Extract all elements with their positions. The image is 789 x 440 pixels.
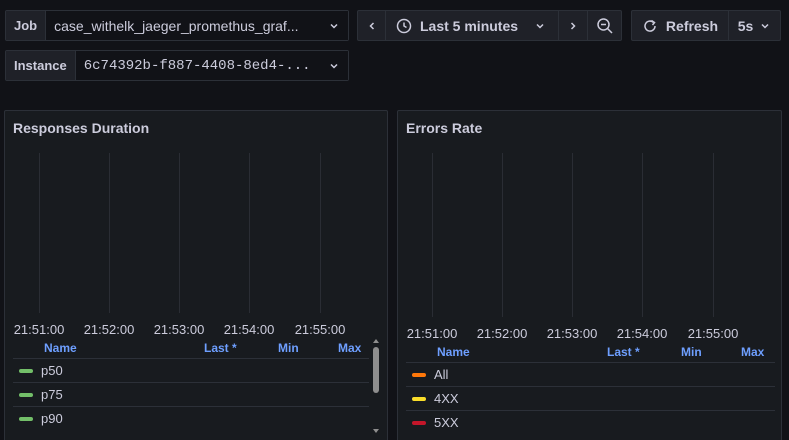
legend-header-last[interactable]: Last * (607, 345, 640, 359)
refresh-button[interactable]: Refresh (631, 10, 729, 41)
grid-line (713, 153, 714, 317)
legend-header-max[interactable]: Max (741, 345, 764, 359)
job-variable: Job case_withelk_jaeger_promethus_graf..… (5, 10, 349, 41)
responses-duration-panel: Responses Duration 21:51:00 21:52:00 21:… (4, 110, 388, 440)
series-name: All (434, 367, 449, 382)
legend-header-max[interactable]: Max (338, 341, 361, 355)
grid-line (320, 153, 321, 313)
time-range-label: Last 5 minutes (420, 17, 519, 34)
grid-line (39, 153, 40, 313)
x-tick-label: 21:53:00 (546, 326, 598, 341)
x-tick-label: 21:55:00 (687, 326, 739, 341)
grid-line (502, 153, 503, 317)
series-color-swatch (412, 420, 426, 425)
series-color-swatch (412, 396, 426, 401)
refresh-label: Refresh (665, 17, 719, 34)
x-tick-label: 21:54:00 (616, 326, 668, 341)
legend-row[interactable]: 5XX (406, 410, 775, 434)
x-tick-label: 21:55:00 (294, 322, 346, 337)
zoom-out-button[interactable] (587, 10, 622, 41)
refresh-interval-picker[interactable]: 5s (728, 10, 781, 41)
zoom-out-icon (596, 17, 613, 34)
series-name: 5XX (434, 415, 459, 430)
x-tick-label: 21:54:00 (223, 322, 275, 337)
time-range-picker[interactable]: Last 5 minutes (385, 10, 559, 41)
legend-header-name[interactable]: Name (44, 341, 77, 355)
legend-header-min[interactable]: Min (278, 341, 299, 355)
x-tick-label: 21:52:00 (83, 322, 135, 337)
instance-variable-value: 6c74392b-f887-4408-8ed4-... (83, 57, 311, 74)
chevron-down-icon (330, 63, 338, 69)
x-tick-label: 21:51:00 (13, 322, 65, 337)
grid-line (109, 153, 110, 313)
instance-variable-label: Instance (6, 51, 76, 80)
chevron-right-icon (570, 21, 576, 30)
job-variable-value: case_withelk_jaeger_promethus_graf... (54, 17, 299, 34)
scrollbar-thumb[interactable] (373, 347, 379, 393)
legend-row[interactable]: p75 (13, 382, 369, 406)
x-tick-label: 21:52:00 (476, 326, 528, 341)
errors-rate-panel: Errors Rate 21:51:00 21:52:00 21:53:00 2… (397, 110, 782, 440)
job-variable-label: Job (6, 11, 47, 40)
chevron-down-icon (536, 23, 544, 29)
grid-line (642, 153, 643, 317)
series-name: 4XX (434, 391, 459, 406)
legend-scrollbar[interactable] (371, 339, 381, 437)
legend-header-last[interactable]: Last * (204, 341, 237, 355)
instance-variable-select[interactable]: 6c74392b-f887-4408-8ed4-... (75, 51, 348, 80)
clock-icon (396, 18, 412, 33)
scroll-down-arrow[interactable] (373, 429, 379, 433)
time-range-back-button[interactable] (357, 10, 386, 41)
chevron-left-icon (368, 21, 374, 30)
chevron-down-icon (330, 23, 338, 29)
series-name: p90 (41, 411, 63, 426)
series-name: p50 (41, 363, 63, 378)
grid-line (432, 153, 433, 317)
scroll-up-arrow[interactable] (373, 339, 379, 343)
chevron-down-icon (761, 23, 769, 29)
panel-title: Responses Duration (13, 120, 150, 136)
legend-row[interactable]: p50 (13, 358, 369, 382)
legend-row[interactable]: 4XX (406, 386, 775, 410)
legend-header-min[interactable]: Min (681, 345, 702, 359)
x-tick-label: 21:51:00 (406, 326, 458, 341)
grid-line (179, 153, 180, 313)
grid-line (249, 153, 250, 313)
legend-header-name[interactable]: Name (437, 345, 470, 359)
job-variable-select[interactable]: case_withelk_jaeger_promethus_graf... (46, 11, 348, 40)
legend-row[interactable]: All (406, 362, 775, 386)
series-color-swatch (19, 368, 33, 373)
grid-line (572, 153, 573, 317)
legend-row[interactable]: p90 (13, 406, 369, 430)
instance-variable: Instance 6c74392b-f887-4408-8ed4-... (5, 50, 349, 81)
series-color-swatch (19, 392, 33, 397)
series-color-swatch (412, 372, 426, 377)
series-name: p75 (41, 387, 63, 402)
refresh-icon (644, 19, 656, 32)
refresh-interval-value: 5s (737, 17, 754, 34)
panel-title: Errors Rate (406, 120, 483, 136)
x-tick-label: 21:53:00 (153, 322, 205, 337)
time-range-forward-button[interactable] (558, 10, 588, 41)
series-color-swatch (19, 416, 33, 421)
